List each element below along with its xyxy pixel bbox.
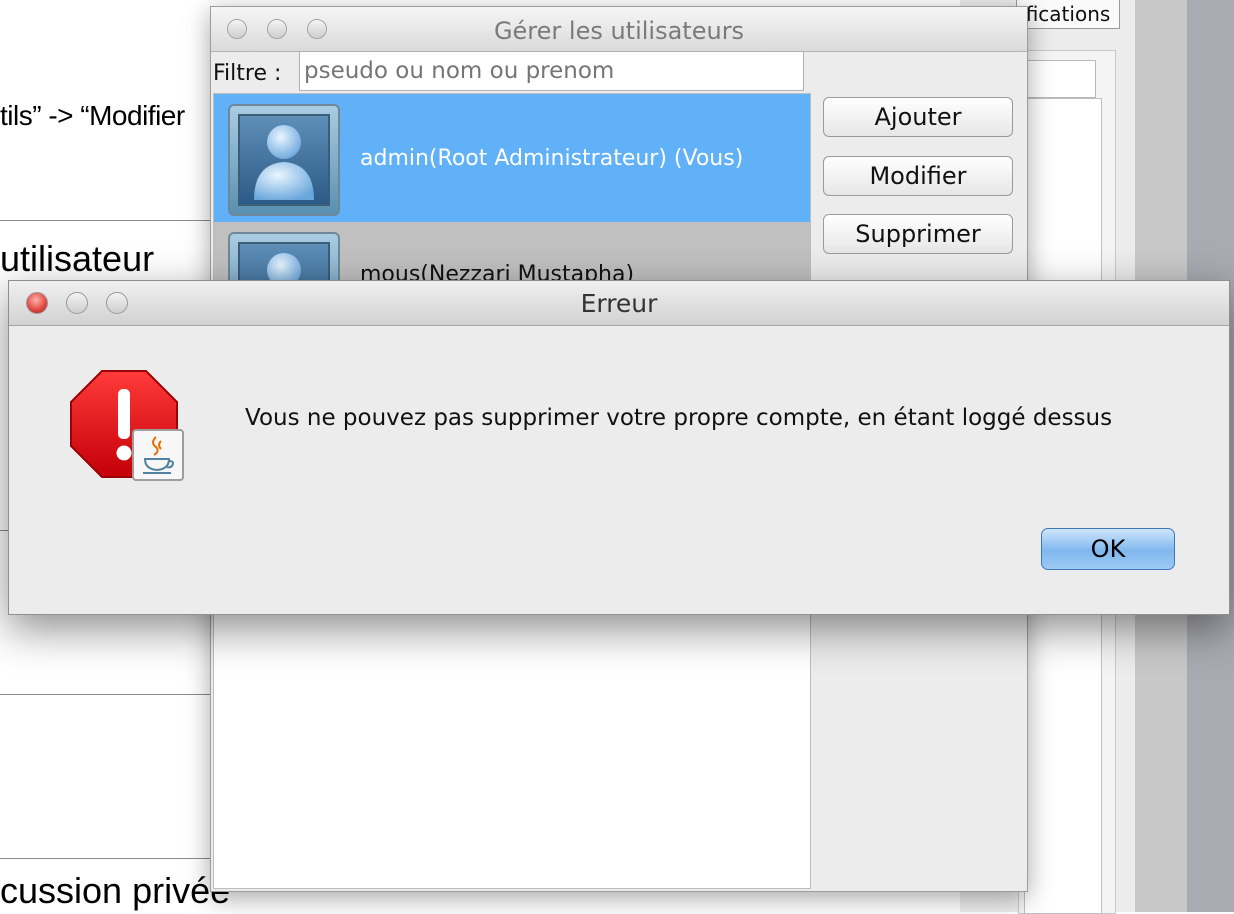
java-coffee-cup-icon [132, 429, 184, 481]
filter-label: Filtre : [213, 61, 282, 86]
background-text-field[interactable] [1024, 60, 1096, 98]
filter-input[interactable] [299, 51, 804, 91]
add-user-button[interactable]: Ajouter [823, 97, 1013, 137]
modify-user-button[interactable]: Modifier [823, 156, 1013, 196]
dialog-titlebar[interactable]: Erreur [9, 281, 1229, 326]
avatar [228, 104, 340, 216]
error-dialog: Erreur Vous ne pouvez pas supprimer votr… [8, 280, 1230, 615]
ok-button[interactable]: OK [1041, 528, 1175, 570]
notifications-button[interactable]: fications [1016, 0, 1120, 29]
user-avatar-icon [238, 114, 330, 206]
user-name: admin(Root Administrateur) (Vous) [360, 146, 744, 171]
window-title: Gérer les utilisateurs [493, 17, 745, 45]
doc-heading-bottom: cussion privée [0, 870, 231, 911]
delete-user-button[interactable]: Supprimer [823, 214, 1013, 254]
doc-text-menu-path: tils” -> “Modifier [0, 100, 185, 131]
dialog-title: Erreur [580, 289, 658, 318]
list-item-selected[interactable]: admin(Root Administrateur) (Vous) [214, 94, 810, 222]
doc-heading: utilisateur [0, 238, 155, 279]
error-message: Vous ne pouvez pas supprimer votre propr… [245, 405, 1113, 431]
window-titlebar[interactable]: Gérer les utilisateurs [211, 7, 1027, 52]
